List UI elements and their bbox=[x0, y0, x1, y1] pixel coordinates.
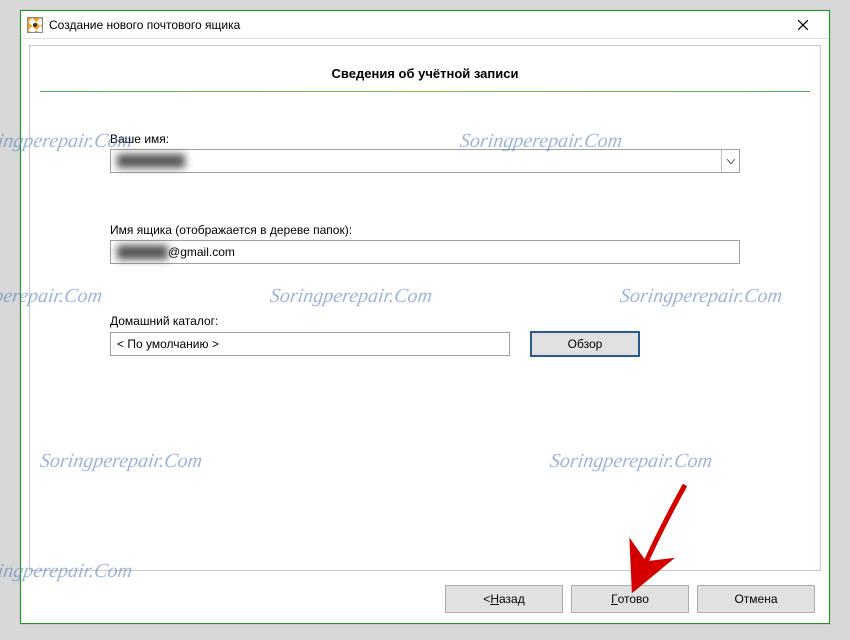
dialog-body: Сведения об учётной записи Ваше имя: ███… bbox=[29, 45, 821, 571]
titlebar[interactable]: Создание нового почтового ящика bbox=[21, 11, 829, 39]
close-icon bbox=[798, 20, 808, 30]
home-value: < По умолчанию > bbox=[117, 337, 219, 351]
mailbox-label: Имя ящика (отображается в дереве папок): bbox=[110, 223, 740, 237]
name-combobox[interactable]: ████████ bbox=[110, 149, 740, 173]
close-button[interactable] bbox=[783, 13, 823, 37]
mailbox-value-hidden: ██████ bbox=[117, 245, 168, 259]
back-prefix: < bbox=[483, 592, 490, 606]
back-suffix: азад bbox=[499, 592, 525, 606]
window-title: Создание нового почтового ящика bbox=[49, 18, 783, 32]
mailbox-value-suffix: @gmail.com bbox=[168, 245, 235, 259]
app-icon bbox=[27, 17, 43, 33]
dialog-window: Создание нового почтового ящика Сведения… bbox=[20, 10, 830, 624]
browse-label: Обзор bbox=[568, 337, 603, 351]
cancel-label: Отмена bbox=[734, 592, 777, 606]
finish-suffix: отово bbox=[618, 592, 649, 606]
chevron-down-icon bbox=[727, 159, 735, 164]
field-your-name: Ваше имя: ████████ bbox=[110, 132, 740, 173]
finish-button[interactable]: Готово bbox=[571, 585, 689, 613]
back-button[interactable]: < Назад bbox=[445, 585, 563, 613]
home-row: < По умолчанию > Обзор bbox=[110, 331, 740, 357]
field-home-dir: Домашний каталог: < По умолчанию > Обзор bbox=[110, 314, 740, 357]
field-mailbox-name: Имя ящика (отображается в дереве папок):… bbox=[110, 223, 740, 264]
dropdown-arrow[interactable] bbox=[721, 150, 739, 172]
cancel-button[interactable]: Отмена bbox=[697, 585, 815, 613]
mailbox-input[interactable]: ██████ @gmail.com bbox=[110, 240, 740, 264]
name-label: Ваше имя: bbox=[110, 132, 740, 146]
home-input[interactable]: < По умолчанию > bbox=[110, 332, 510, 356]
back-key: Н bbox=[490, 592, 499, 606]
home-label: Домашний каталог: bbox=[110, 314, 740, 328]
divider bbox=[40, 91, 810, 92]
name-value: ████████ bbox=[111, 154, 721, 168]
page-heading: Сведения об учётной записи bbox=[30, 46, 820, 91]
button-bar: < Назад Готово Отмена bbox=[445, 585, 815, 613]
browse-button[interactable]: Обзор bbox=[530, 331, 640, 357]
